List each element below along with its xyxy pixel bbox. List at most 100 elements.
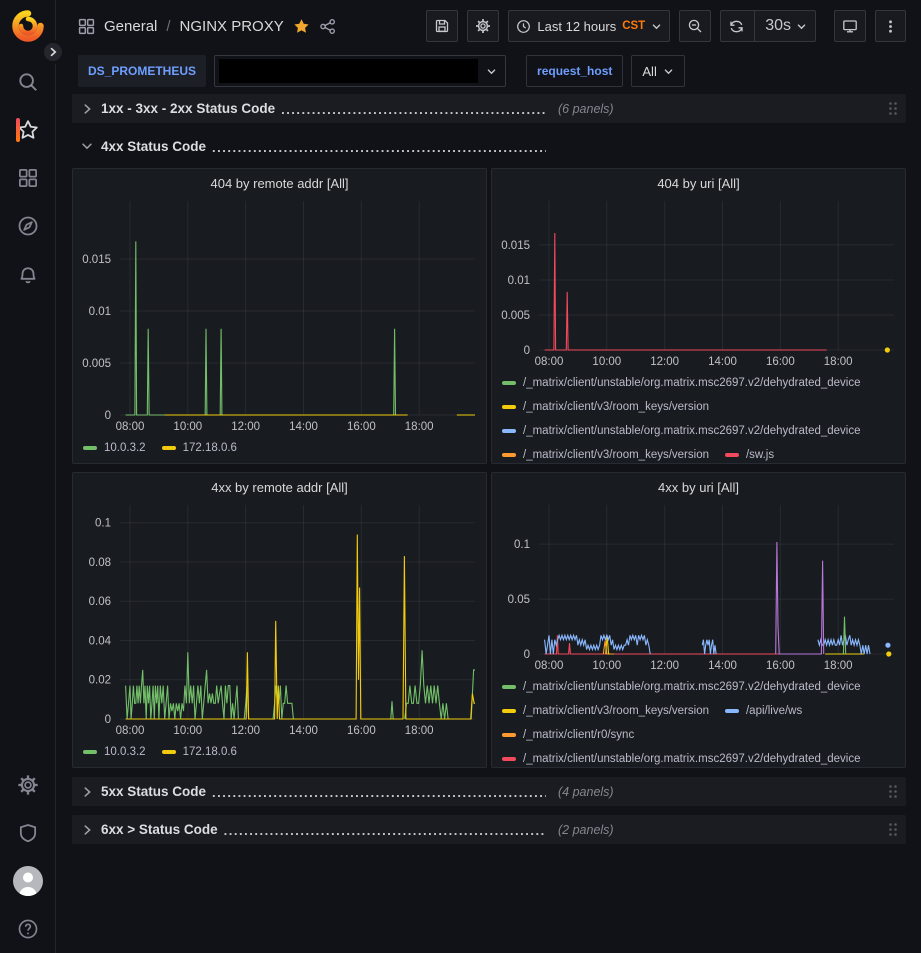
panel-title[interactable]: 4xx by remote addr [All]: [73, 473, 486, 501]
legend-item[interactable]: /_matrix/client/r0/sync: [502, 725, 634, 745]
sidebar-item-starred[interactable]: [0, 106, 56, 154]
legend-label: /_matrix/client/r0/sync: [523, 725, 634, 745]
legend-item[interactable]: /_matrix/client/v3/room_keys/version: [502, 445, 709, 463]
variable-request-host-select[interactable]: All: [631, 55, 684, 87]
svg-text:10:00: 10:00: [592, 660, 621, 672]
svg-text:08:00: 08:00: [116, 421, 145, 433]
row-drag-handle[interactable]: [888, 101, 898, 116]
panel-title[interactable]: 404 by uri [All]: [492, 169, 905, 197]
search-icon: [17, 71, 39, 93]
refresh-interval-dropdown[interactable]: 30s: [757, 11, 815, 41]
svg-text:0: 0: [524, 345, 530, 357]
legend-label: /_matrix/client/unstable/org.matrix.msc2…: [523, 677, 861, 697]
time-range-picker[interactable]: Last 12 hours CST: [508, 10, 670, 42]
row-5xx[interactable]: 5xx Status Code.........................…: [72, 777, 906, 806]
favorite-star-icon[interactable]: [293, 18, 310, 35]
legend-swatch: [162, 750, 176, 754]
redacted-datasource-value: [219, 59, 478, 83]
legend-swatch: [725, 709, 739, 713]
svg-text:0.005: 0.005: [501, 310, 530, 322]
legend-label: 172.18.0.6: [183, 438, 237, 458]
row-1xx-3xx-2xx[interactable]: 1xx - 3xx - 2xx Status Code.............…: [72, 94, 906, 123]
tv-mode-button[interactable]: [834, 10, 866, 42]
svg-text:18:00: 18:00: [405, 421, 434, 433]
row-6xx[interactable]: 6xx > Status Code.......................…: [72, 815, 906, 844]
share-icon[interactable]: [319, 18, 336, 35]
sidebar-item-profile[interactable]: [0, 857, 56, 905]
variables-bar: DS_PROMETHEUS request_host All: [56, 52, 921, 90]
legend-item[interactable]: /_matrix/client/unstable/org.matrix.msc2…: [502, 677, 861, 697]
legend-item[interactable]: /api/live/ws: [725, 701, 802, 721]
svg-text:08:00: 08:00: [535, 660, 564, 672]
save-dashboard-button[interactable]: [426, 10, 458, 42]
monitor-icon: [842, 18, 858, 34]
save-icon: [434, 18, 450, 34]
breadcrumb-title[interactable]: NGINX PROXY: [180, 18, 284, 35]
breadcrumb-section[interactable]: General: [104, 18, 157, 35]
shield-icon: [17, 822, 39, 844]
sidebar-item-search[interactable]: [0, 58, 56, 106]
panel-title[interactable]: 4xx by uri [All]: [492, 473, 905, 501]
sidebar-item-explore[interactable]: [0, 202, 56, 250]
panel-legend: 10.0.3.2 172.18.0.6: [73, 435, 486, 463]
svg-text:0: 0: [524, 649, 530, 661]
sidebar-item-configuration[interactable]: [0, 761, 56, 809]
svg-text:16:00: 16:00: [347, 421, 376, 433]
legend-label: /api/live/ws: [746, 701, 802, 721]
row-title: 6xx > Status Code: [101, 822, 218, 837]
legend-item[interactable]: 172.18.0.6: [162, 438, 237, 458]
row-drag-handle[interactable]: [888, 822, 898, 837]
legend-item[interactable]: /_matrix/client/unstable/org.matrix.msc2…: [502, 749, 861, 767]
row-drag-handle[interactable]: [888, 784, 898, 799]
svg-text:0.01: 0.01: [508, 275, 530, 287]
expand-sidebar-button[interactable]: [41, 40, 65, 64]
legend-label: /_matrix/client/v3/room_keys/version: [523, 701, 709, 721]
variable-label-datasource[interactable]: DS_PROMETHEUS: [78, 55, 206, 87]
sidebar: [0, 0, 56, 953]
sidebar-item-help[interactable]: [0, 905, 56, 953]
svg-text:0.015: 0.015: [82, 254, 111, 266]
variable-datasource-select[interactable]: [214, 55, 506, 87]
dashboard-header: General / NGINX PROXY Last 12 hours CST: [56, 0, 921, 52]
legend-label: /_matrix/client/unstable/org.matrix.msc2…: [523, 749, 861, 767]
panels-grid: 404 by remote addr [All] 0 0.005 0.01 0.015 0…: [72, 168, 906, 768]
zoom-out-button[interactable]: [679, 10, 711, 42]
dashboard-menu-button[interactable]: [875, 10, 906, 42]
legend-item[interactable]: /_matrix/client/unstable/org.matrix.msc2…: [502, 373, 861, 393]
legend-item[interactable]: /_matrix/client/v3/room_keys/version: [502, 397, 709, 417]
sidebar-item-dashboards[interactable]: [0, 154, 56, 202]
legend-label: 10.0.3.2: [104, 742, 146, 762]
time-range-label: Last 12 hours: [537, 19, 616, 34]
row-4xx[interactable]: 4xx Status Code.........................…: [72, 132, 906, 160]
svg-text:0.02: 0.02: [89, 675, 111, 687]
svg-text:16:00: 16:00: [347, 725, 376, 737]
timeseries-chart[interactable]: 00.0050.010.01508:0010:0012:0014:0016:00…: [492, 197, 905, 370]
row-panel-count: (6 panels): [558, 102, 614, 116]
sidebar-item-server-admin[interactable]: [0, 809, 56, 857]
legend-label: /sw.js: [746, 445, 774, 463]
legend-label: /_matrix/client/unstable/org.matrix.msc2…: [523, 373, 861, 393]
panel-legend: /_matrix/client/unstable/org.matrix.msc2…: [492, 674, 905, 767]
legend-item[interactable]: 10.0.3.2: [83, 438, 146, 458]
legend-item[interactable]: /sw.js: [725, 445, 774, 463]
timeseries-chart[interactable]: 00.050.108:0010:0012:0014:0016:0018:00: [492, 501, 905, 674]
refresh-button[interactable]: [721, 11, 752, 41]
refresh-icon: [729, 19, 744, 34]
legend-item[interactable]: 10.0.3.2: [83, 742, 146, 762]
svg-text:14:00: 14:00: [289, 421, 318, 433]
sidebar-item-alerting[interactable]: [0, 250, 56, 298]
legend-item[interactable]: /_matrix/client/v3/room_keys/version: [502, 701, 709, 721]
chevron-right-icon: [80, 102, 94, 116]
variable-label-request-host[interactable]: request_host: [526, 55, 623, 87]
grafana-logo[interactable]: [10, 8, 46, 44]
panel-title[interactable]: 404 by remote addr [All]: [73, 169, 486, 197]
legend-label: 172.18.0.6: [183, 742, 237, 762]
timeseries-chart[interactable]: 00.020.040.060.080.108:0010:0012:0014:00…: [73, 501, 486, 739]
dashboard-settings-button[interactable]: [467, 10, 499, 42]
legend-item[interactable]: /_matrix/client/unstable/org.matrix.msc2…: [502, 421, 861, 441]
legend-swatch: [725, 453, 739, 457]
legend-swatch: [502, 709, 516, 713]
help-icon: [17, 918, 39, 940]
legend-item[interactable]: 172.18.0.6: [162, 742, 237, 762]
timeseries-chart[interactable]: 00.0050.010.01508:0010:0012:0014:0016:00…: [73, 197, 486, 435]
